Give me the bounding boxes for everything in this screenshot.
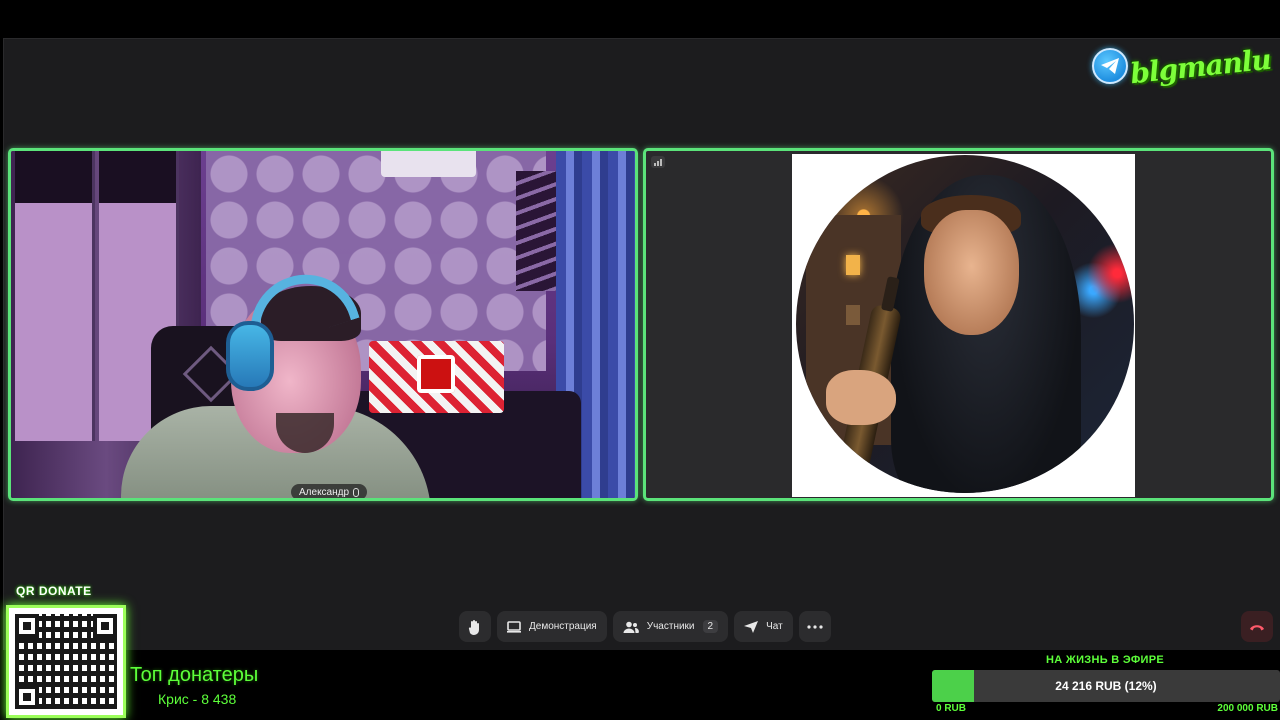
raise-hand-button[interactable] (459, 611, 491, 642)
end-call-button[interactable] (1241, 611, 1273, 642)
screen-icon (507, 620, 521, 633)
more-button[interactable] (798, 611, 831, 642)
donation-goal-min: 0 RUB (936, 703, 967, 714)
chat-label: Чат (766, 621, 783, 632)
participants-count-badge: 2 (702, 620, 719, 633)
signal-bars-icon (651, 156, 665, 168)
participant-tile-avatar[interactable] (643, 148, 1274, 501)
spartak-flag (369, 341, 504, 413)
donation-goal-title: НА ЖИЗНЬ В ЭФИРЕ (1046, 654, 1165, 666)
participant-tile-alexander[interactable]: Александр (8, 148, 638, 501)
qr-code (6, 605, 126, 718)
send-icon (744, 620, 759, 633)
webcam-video (11, 151, 635, 498)
qr-donate-label: QR DONATE (16, 584, 92, 598)
participants-button[interactable]: Участники 2 (612, 611, 729, 642)
top-donors-title: Топ донатеры (130, 664, 259, 686)
call-controls: Демонстрация Участники 2 Чат (459, 611, 831, 642)
telegram-icon (1092, 48, 1128, 84)
chat-button[interactable]: Чат (734, 611, 793, 642)
avatar-image (792, 154, 1135, 497)
hooded-man-avatar (796, 155, 1134, 493)
screen-share-button[interactable]: Демонстрация (497, 611, 607, 642)
donation-goal-bar: 24 216 RUB (12%) (932, 670, 1280, 702)
more-dots-icon (807, 624, 823, 629)
end-call-icon (1250, 624, 1264, 630)
screen-share-label: Демонстрация (529, 621, 597, 632)
participant-name: Александр (299, 486, 350, 498)
participant-name-tag: Александр (291, 484, 368, 498)
channel-logo: blgmanlu (1092, 42, 1274, 90)
participants-label: Участники (646, 621, 695, 632)
people-icon (623, 621, 639, 633)
donation-goal-text: 24 216 RUB (12%) (1055, 679, 1157, 693)
hand-icon (468, 619, 479, 635)
microphone-icon (353, 487, 360, 497)
top-donor-entry: Крис - 8 438 (158, 691, 237, 707)
logo-text: blgmanlu (1128, 42, 1273, 90)
donation-goal-max: 200 000 RUB (1217, 703, 1278, 714)
